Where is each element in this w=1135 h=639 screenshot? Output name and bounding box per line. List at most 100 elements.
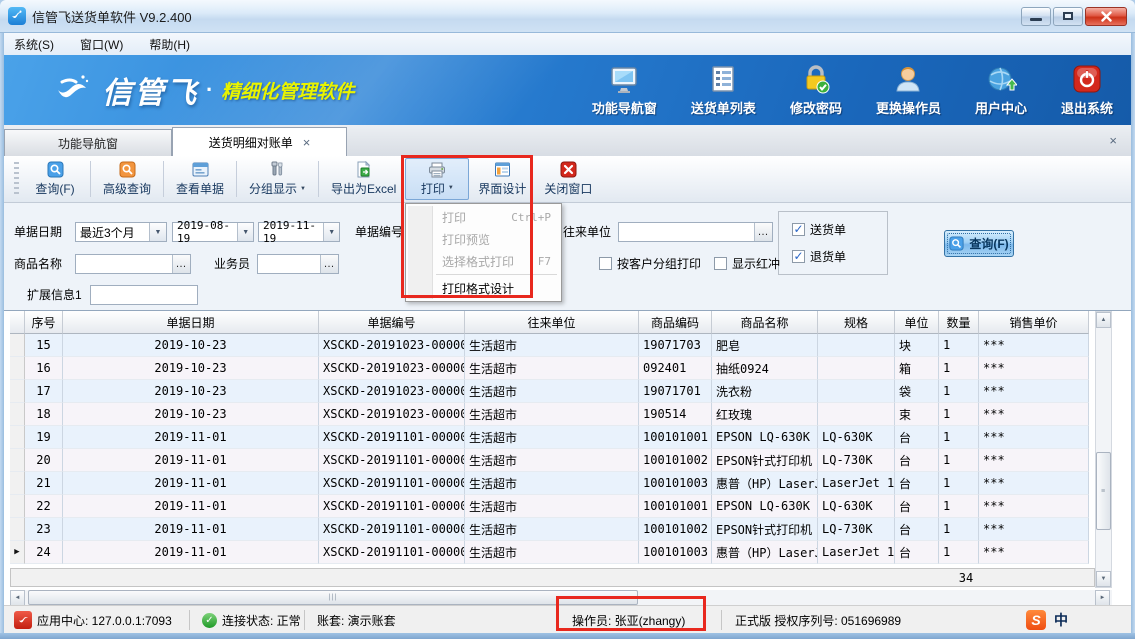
column-header[interactable]: 数量 [939, 311, 979, 334]
close-window-icon [560, 161, 577, 178]
chevron-down-icon[interactable]: ▼ [323, 223, 339, 241]
maximize-button[interactable] [1053, 7, 1083, 26]
toolbar-view-document-button[interactable]: 查看单据 [167, 158, 233, 200]
banner-button-label: 用户中心 [975, 98, 1027, 117]
ime-sogou-icon[interactable]: S [1026, 610, 1046, 630]
column-header[interactable]: 单据日期 [63, 311, 319, 334]
window-frame-right [1131, 33, 1135, 633]
table-cell: 100101002 [639, 449, 712, 472]
chevron-down-icon[interactable]: ▼ [448, 185, 454, 191]
column-header[interactable]: 序号 [25, 311, 63, 334]
date-range-combo[interactable]: 最近3个月 ▼ [75, 222, 167, 242]
ime-language-indicator[interactable]: 中 [1054, 610, 1068, 630]
toolbar-close-window-button[interactable]: 关闭窗口 [535, 158, 601, 200]
table-cell: EPSON针式打印机 [712, 449, 818, 472]
table-row[interactable]: 222019-11-01XSCKD-20191101-000002生活超市100… [10, 495, 1095, 518]
table-row[interactable]: 232019-11-01XSCKD-20191101-000002生活超市100… [10, 518, 1095, 541]
delivery-checkbox[interactable]: ✓ 送货单 [792, 221, 846, 237]
vertical-scroll-thumb[interactable]: ≡ [1096, 452, 1111, 530]
browse-ellipsis-icon[interactable]: … [320, 255, 338, 273]
menu-item-print[interactable]: 打印 Ctrl+P [406, 206, 561, 228]
table-cell: 190514 [639, 403, 712, 426]
close-button[interactable] [1085, 7, 1127, 26]
tab-label: 送货明细对账单 [209, 134, 293, 151]
menu-system[interactable]: 系统(S) [14, 36, 54, 53]
banner-button-change-password[interactable]: 修改密码 [790, 63, 842, 117]
salesman-input[interactable]: … [257, 254, 339, 274]
menu-window[interactable]: 窗口(W) [80, 36, 123, 53]
table-row[interactable]: 172019-10-23XSCKD-20191023-000003生活超市190… [10, 380, 1095, 403]
column-header[interactable]: 规格 [818, 311, 895, 334]
group-by-customer-checkbox[interactable]: 按客户分组打印 [599, 255, 701, 271]
chevron-down-icon[interactable]: ▼ [149, 223, 166, 241]
menu-item-print-format-design[interactable]: 打印格式设计 [406, 277, 561, 299]
tab-delivery-detail-statement[interactable]: 送货明细对账单 × [172, 127, 347, 156]
table-row[interactable]: 152019-10-23XSCKD-20191023-000003生活超市190… [10, 334, 1095, 357]
scroll-left-icon[interactable]: ◄ [10, 590, 25, 606]
vertical-scrollbar[interactable]: ▲ ≡ ▼ [1095, 311, 1112, 588]
column-header[interactable]: 销售单价 [979, 311, 1089, 334]
product-name-input[interactable]: … [75, 254, 191, 274]
date-range-value: 最近3个月 [76, 224, 135, 241]
column-header[interactable]: 商品名称 [712, 311, 818, 334]
toolbar-group-display-button[interactable]: 分组显示▼ [240, 158, 315, 200]
scroll-up-icon[interactable]: ▲ [1096, 312, 1111, 328]
table-row[interactable]: 212019-11-01XSCKD-20191101-000001生活超市100… [10, 472, 1095, 495]
scroll-down-icon[interactable]: ▼ [1096, 571, 1111, 587]
search-blue-icon [47, 161, 64, 178]
table-cell: 1 [939, 357, 979, 380]
horizontal-scroll-thumb[interactable]: ||| [28, 590, 638, 605]
ext-info-input[interactable] [90, 285, 198, 305]
toolbar-interface-design-button[interactable]: 界面设计 [469, 158, 535, 200]
tab-nav-window[interactable]: 功能导航窗 [4, 129, 172, 156]
toolbar-advanced-search-button[interactable]: 高级查询 [94, 158, 160, 200]
column-header[interactable]: 单据编号 [319, 311, 465, 334]
table-row[interactable]: ▶242019-11-01XSCKD-20191101-000002生活超市10… [10, 541, 1095, 564]
menu-item-print-with-format[interactable]: 选择格式打印 F7 [406, 250, 561, 272]
tab-close-icon[interactable]: × [303, 136, 311, 149]
top-banner: 信管飞 · 精细化管理软件 功能导航窗 送货单列表 [4, 55, 1131, 125]
menu-item-print-preview[interactable]: 打印预览 [406, 228, 561, 250]
show-red-checkbox[interactable]: 显示红冲 [714, 255, 780, 271]
toolbar-search-button[interactable]: 查询(F) [23, 158, 87, 200]
toolbar-button-label: 打印 [421, 180, 445, 197]
browse-ellipsis-icon[interactable]: … [172, 255, 190, 273]
column-header[interactable]: 商品编码 [639, 311, 712, 334]
table-row[interactable]: 182019-10-23XSCKD-20191023-000003生活超市190… [10, 403, 1095, 426]
table-cell: EPSON针式打印机 [712, 518, 818, 541]
banner-button-user-center[interactable]: 用户中心 [975, 63, 1027, 117]
column-header[interactable]: 往来单位 [465, 311, 639, 334]
scroll-right-icon[interactable]: ► [1095, 590, 1110, 606]
search-button[interactable]: 查询(F) [944, 230, 1014, 257]
table-cell: 100101001 [639, 495, 712, 518]
table-cell: 2019-11-01 [63, 518, 319, 541]
minimize-button[interactable] [1021, 7, 1051, 26]
table-cell: LQ-630K [818, 426, 895, 449]
table-row[interactable]: 192019-11-01XSCKD-20191101-000001生活超市100… [10, 426, 1095, 449]
table-cell: 2019-10-23 [63, 357, 319, 380]
quantity-total: 34 [941, 571, 991, 585]
chevron-down-icon[interactable]: ▼ [237, 223, 253, 241]
return-checkbox[interactable]: ✓ 退货单 [792, 248, 846, 264]
table-cell: XSCKD-20191023-000003 [319, 403, 465, 426]
table-cell: 生活超市 [465, 380, 639, 403]
date-to-combo[interactable]: 2019-11-19 ▼ [258, 222, 340, 242]
toolbar-print-button[interactable]: 打印▼ [405, 158, 469, 200]
toolbar-export-excel-button[interactable]: 导出为Excel [322, 158, 405, 200]
chevron-down-icon[interactable]: ▼ [300, 186, 306, 192]
banner-button-nav-window[interactable]: 功能导航窗 [592, 63, 657, 117]
browse-ellipsis-icon[interactable]: … [754, 223, 772, 241]
table-cell: 肥皂 [712, 334, 818, 357]
horizontal-scrollbar[interactable]: ◄ ||| ► [10, 590, 1112, 606]
customer-input[interactable]: … [618, 222, 773, 242]
banner-button-switch-operator[interactable]: 更换操作员 [876, 63, 941, 117]
tabstrip-close-icon[interactable]: × [1109, 134, 1117, 148]
date-from-combo[interactable]: 2019-08-19 ▼ [172, 222, 254, 242]
table-row[interactable]: 202019-11-01XSCKD-20191101-000001生活超市100… [10, 449, 1095, 472]
column-header[interactable]: 单位 [895, 311, 939, 334]
banner-button-delivery-list[interactable]: 送货单列表 [691, 63, 756, 117]
banner-button-exit-system[interactable]: 退出系统 [1061, 63, 1113, 117]
menu-help[interactable]: 帮助(H) [149, 36, 190, 53]
table-row[interactable]: 162019-10-23XSCKD-20191023-000003生活超市092… [10, 357, 1095, 380]
table-cell: *** [979, 380, 1089, 403]
